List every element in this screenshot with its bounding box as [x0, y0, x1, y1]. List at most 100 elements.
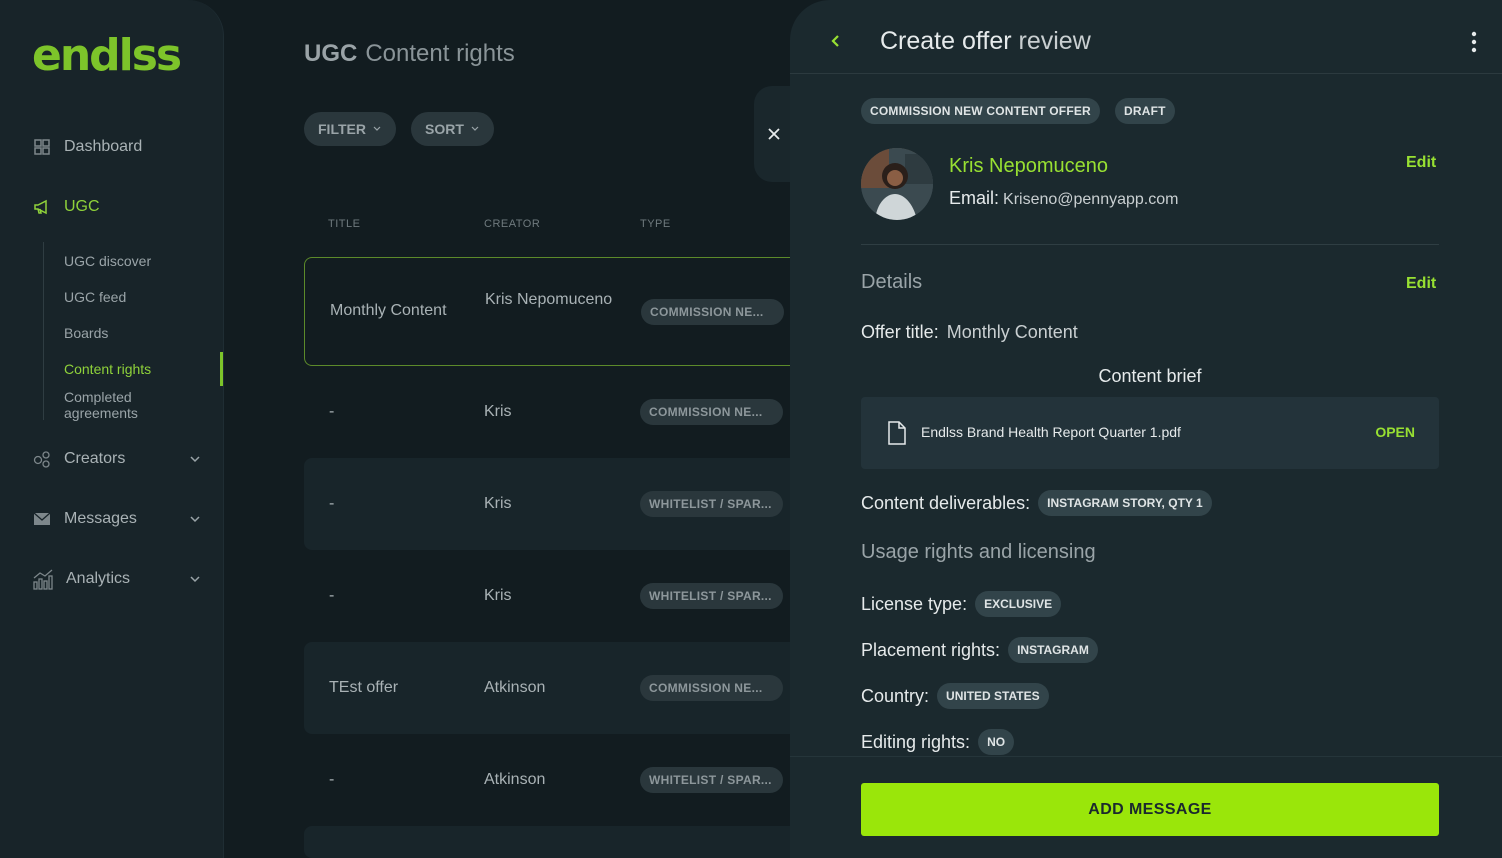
email-value: Kriseno@pennyapp.com	[1003, 191, 1179, 208]
subnav-line	[43, 242, 44, 420]
offer-type-badge: COMMISSION NEW CONTENT OFFER	[861, 98, 1100, 124]
table-row[interactable]: - Kris WHITELIST / SPAR...	[304, 550, 790, 642]
filter-button[interactable]: FILTER	[304, 112, 396, 146]
file-icon	[888, 421, 906, 445]
sort-button[interactable]: SORT	[411, 112, 494, 146]
editing-rights-field: Editing rights: NO	[861, 729, 1015, 755]
sidebar-item-label: UGC	[64, 198, 100, 215]
sidebar-item-label: Analytics	[66, 570, 131, 587]
avatar-image	[861, 148, 933, 220]
offer-title-label: Offer title:	[861, 322, 939, 342]
chevron-down-icon[interactable]	[188, 572, 202, 586]
sidebar-item-creators[interactable]: Creators	[32, 447, 125, 471]
sidebar-subitem-completed-agreements[interactable]: Completed agreements	[64, 389, 174, 421]
open-file-button[interactable]: OPEN	[1375, 424, 1415, 440]
creator-name[interactable]: Kris Nepomuceno	[949, 155, 1108, 178]
add-message-button[interactable]: ADD MESSAGE	[861, 783, 1439, 836]
row-title: -	[329, 403, 335, 420]
sidebar-item-ugc[interactable]: UGC	[32, 195, 100, 219]
table-row[interactable]: Monthly Content Kris Nepomuceno COMMISSI…	[304, 257, 790, 366]
sidebar-item-label: Messages	[64, 510, 137, 527]
close-panel-button[interactable]	[754, 86, 794, 182]
content-brief-heading: Content brief	[1098, 366, 1202, 386]
page-title-light: Content rights	[365, 40, 515, 67]
column-header-creator[interactable]: CREATOR	[484, 218, 540, 230]
sidebar-item-analytics[interactable]: Analytics	[32, 567, 130, 591]
chevron-down-icon[interactable]	[188, 512, 202, 526]
sidebar-item-messages[interactable]: Messages	[32, 507, 137, 531]
users-icon	[33, 451, 50, 468]
row-creator: Kris Nepomuceno	[485, 291, 613, 308]
details-heading: Details	[861, 271, 923, 293]
panel-header: Create offer review	[790, 0, 1502, 74]
sidebar-subitem-boards[interactable]: Boards	[64, 325, 108, 341]
row-title: -	[329, 495, 335, 512]
offer-title-value: Monthly Content	[946, 322, 1078, 342]
table-row[interactable]: TEst offer Atkinson COMMISSION NE...	[304, 642, 790, 734]
row-creator: Kris	[484, 587, 512, 604]
sidebar-item-label: Creators	[64, 450, 126, 467]
table-row[interactable]: - Atkinson WHITELIST / SPAR...	[304, 734, 790, 826]
editing-rights-badge: NO	[978, 729, 1015, 755]
page-title: UGC Content rights	[304, 40, 515, 68]
megaphone-icon	[34, 199, 47, 215]
table-row[interactable]: - Kris COMMISSION NE...	[304, 366, 790, 458]
active-indicator	[220, 352, 223, 386]
row-type-badge: WHITELIST / SPAR...	[640, 767, 783, 793]
back-arrow-icon[interactable]	[828, 30, 842, 52]
panel-title-bold: Create offer	[880, 27, 1012, 55]
edit-details-link[interactable]: Edit	[1406, 275, 1436, 293]
row-creator: Kris	[484, 403, 512, 420]
column-header-title[interactable]: TITLE	[328, 218, 360, 230]
row-type-badge: WHITELIST / SPAR...	[640, 491, 783, 517]
filter-label: FILTER	[318, 121, 366, 137]
panel-title: Create offer review	[880, 27, 1091, 56]
chevron-down-icon	[373, 126, 381, 131]
table-row[interactable]: - Kris WHITELIST / SPAR...	[304, 458, 790, 550]
country-label: Country:	[861, 685, 930, 706]
creator-email: Email: Kriseno@pennyapp.com	[949, 188, 1178, 209]
row-creator: Kris	[484, 495, 512, 512]
file-name: Endlss Brand Health Report Quarter 1.pdf	[921, 424, 1181, 440]
edit-creator-link[interactable]: Edit	[1406, 154, 1436, 172]
editing-rights-label: Editing rights:	[861, 731, 971, 752]
endlss-logo[interactable]: endlss	[32, 34, 182, 78]
country-badge: UNITED STATES	[937, 683, 1049, 709]
deliverables-badge: INSTAGRAM STORY, QTY 1	[1038, 490, 1212, 516]
more-options-icon[interactable]	[1466, 30, 1482, 54]
placement-rights-badge: INSTAGRAM	[1008, 637, 1098, 663]
license-type-label: License type:	[861, 593, 968, 614]
placement-rights-label: Placement rights:	[861, 639, 1001, 660]
sidebar-item-dashboard[interactable]: Dashboard	[32, 135, 142, 159]
close-icon	[768, 128, 780, 140]
offer-review-panel: Create offer review COMMISSION NEW CONTE…	[790, 0, 1502, 858]
chart-icon	[33, 569, 53, 590]
panel-footer: ADD MESSAGE	[790, 756, 1502, 858]
sidebar-subitem-ugc-discover[interactable]: UGC discover	[64, 253, 151, 269]
sidebar-item-label: Dashboard	[64, 138, 143, 155]
deliverables-label: Content deliverables:	[861, 492, 1031, 513]
row-title: Monthly Content	[330, 302, 447, 319]
sidebar-subitem-ugc-feed[interactable]: UGC feed	[64, 289, 126, 305]
chevron-down-icon[interactable]	[188, 452, 202, 466]
row-type-badge: WHITELIST / SPAR...	[640, 583, 783, 609]
table-row[interactable]	[304, 826, 790, 858]
country-field: Country: UNITED STATES	[861, 683, 1049, 709]
mail-icon	[33, 512, 51, 525]
column-header-type[interactable]: TYPE	[640, 218, 671, 230]
chevron-down-icon	[471, 126, 479, 131]
sidebar-subitem-content-rights[interactable]: Content rights	[64, 361, 151, 377]
sort-label: SORT	[425, 121, 464, 137]
avatar	[861, 148, 933, 220]
license-type-field: License type: EXCLUSIVE	[861, 591, 1062, 617]
content-brief-file: Endlss Brand Health Report Quarter 1.pdf…	[861, 397, 1439, 469]
row-type-badge: COMMISSION NE...	[640, 675, 783, 701]
panel-title-light: review	[1018, 27, 1091, 55]
status-badge: DRAFT	[1115, 98, 1175, 124]
row-type-badge: COMMISSION NE...	[640, 399, 783, 425]
divider	[861, 244, 1439, 245]
row-title: -	[329, 587, 335, 604]
deliverables-field: Content deliverables: INSTAGRAM STORY, Q…	[861, 490, 1212, 516]
license-type-badge: EXCLUSIVE	[975, 591, 1062, 617]
usage-rights-heading: Usage rights and licensing	[861, 541, 1096, 563]
